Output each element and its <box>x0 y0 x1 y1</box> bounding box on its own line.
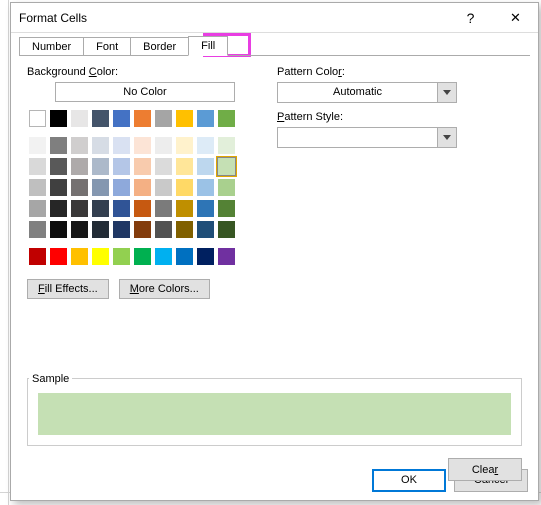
chevron-down-icon <box>437 83 456 102</box>
color-swatch[interactable] <box>197 200 214 217</box>
color-swatch[interactable] <box>113 179 130 196</box>
background-color-label: Background Color: <box>27 66 247 78</box>
color-swatch[interactable] <box>176 158 193 175</box>
color-swatch[interactable] <box>50 158 67 175</box>
color-swatch[interactable] <box>113 200 130 217</box>
color-swatch-grid <box>27 108 237 267</box>
pattern-color-combo[interactable]: Automatic <box>277 82 457 103</box>
color-swatch[interactable] <box>29 200 46 217</box>
tab-fill[interactable]: Fill <box>188 36 228 56</box>
color-swatch[interactable] <box>113 158 130 175</box>
color-swatch[interactable] <box>113 221 130 238</box>
sample-label: Sample <box>29 373 72 385</box>
color-swatch[interactable] <box>71 179 88 196</box>
color-swatch[interactable] <box>71 200 88 217</box>
pattern-style-value <box>278 128 437 147</box>
color-swatch[interactable] <box>155 179 172 196</box>
color-swatch[interactable] <box>176 221 193 238</box>
color-swatch[interactable] <box>155 248 172 265</box>
color-swatch[interactable] <box>155 110 172 127</box>
color-swatch[interactable] <box>218 158 235 175</box>
titlebar: Format Cells ? ✕ <box>11 3 538 33</box>
color-swatch[interactable] <box>113 110 130 127</box>
color-swatch[interactable] <box>155 221 172 238</box>
color-swatch[interactable] <box>50 248 67 265</box>
color-swatch[interactable] <box>29 221 46 238</box>
color-swatch[interactable] <box>29 248 46 265</box>
no-color-button[interactable]: No Color <box>55 82 235 102</box>
color-swatch[interactable] <box>50 110 67 127</box>
color-swatch[interactable] <box>176 200 193 217</box>
color-swatch[interactable] <box>155 137 172 154</box>
tab-font[interactable]: Font <box>83 37 131 56</box>
color-swatch[interactable] <box>197 110 214 127</box>
color-swatch[interactable] <box>92 110 109 127</box>
color-swatch[interactable] <box>92 137 109 154</box>
color-swatch[interactable] <box>71 221 88 238</box>
color-swatch[interactable] <box>197 179 214 196</box>
pattern-style-combo[interactable] <box>277 127 457 148</box>
color-swatch[interactable] <box>134 137 151 154</box>
color-swatch[interactable] <box>176 179 193 196</box>
color-swatch[interactable] <box>92 158 109 175</box>
color-swatch[interactable] <box>50 200 67 217</box>
color-swatch[interactable] <box>197 137 214 154</box>
tab-content-fill: Background Color: No Color Fill Effects.… <box>19 55 530 460</box>
color-swatch[interactable] <box>92 221 109 238</box>
color-swatch[interactable] <box>134 221 151 238</box>
color-swatch[interactable] <box>197 248 214 265</box>
color-swatch[interactable] <box>176 110 193 127</box>
color-swatch[interactable] <box>134 248 151 265</box>
color-swatch[interactable] <box>71 137 88 154</box>
color-swatch[interactable] <box>113 248 130 265</box>
tabstrip: Number Font Border Fill <box>11 33 538 55</box>
format-cells-dialog: Format Cells ? ✕ Number Font Border Fill… <box>10 2 539 501</box>
more-colors-button[interactable]: More Colors... <box>119 279 210 299</box>
color-swatch[interactable] <box>50 179 67 196</box>
tab-border[interactable]: Border <box>130 37 189 56</box>
color-swatch[interactable] <box>71 110 88 127</box>
color-swatch[interactable] <box>218 200 235 217</box>
sample-preview <box>38 393 511 435</box>
chevron-down-icon <box>437 128 456 147</box>
color-swatch[interactable] <box>134 110 151 127</box>
pattern-color-value: Automatic <box>278 83 437 102</box>
ok-button[interactable]: OK <box>372 469 446 492</box>
color-swatch[interactable] <box>218 248 235 265</box>
tab-number[interactable]: Number <box>19 37 84 56</box>
color-swatch[interactable] <box>134 179 151 196</box>
fill-effects-button[interactable]: Fill Effects... <box>27 279 109 299</box>
clear-button[interactable]: Clear <box>448 458 522 481</box>
color-swatch[interactable] <box>71 248 88 265</box>
color-swatch[interactable] <box>134 158 151 175</box>
color-swatch[interactable] <box>29 158 46 175</box>
pattern-style-label: Pattern Style: <box>277 111 522 123</box>
color-swatch[interactable] <box>29 137 46 154</box>
color-swatch[interactable] <box>50 137 67 154</box>
color-swatch[interactable] <box>218 221 235 238</box>
color-swatch[interactable] <box>29 110 46 127</box>
close-icon[interactable]: ✕ <box>493 3 538 33</box>
color-swatch[interactable] <box>218 179 235 196</box>
color-swatch[interactable] <box>71 158 88 175</box>
color-swatch[interactable] <box>176 248 193 265</box>
color-swatch[interactable] <box>29 179 46 196</box>
color-swatch[interactable] <box>50 221 67 238</box>
color-swatch[interactable] <box>197 221 214 238</box>
color-swatch[interactable] <box>113 137 130 154</box>
color-swatch[interactable] <box>197 158 214 175</box>
color-swatch[interactable] <box>134 200 151 217</box>
dialog-title: Format Cells <box>19 11 448 25</box>
pattern-color-label: Pattern Color: <box>277 66 522 78</box>
help-icon[interactable]: ? <box>448 3 493 33</box>
sample-group: Sample <box>27 366 522 446</box>
color-swatch[interactable] <box>155 158 172 175</box>
color-swatch[interactable] <box>92 179 109 196</box>
color-swatch[interactable] <box>218 137 235 154</box>
color-swatch[interactable] <box>176 137 193 154</box>
color-swatch[interactable] <box>218 110 235 127</box>
color-swatch[interactable] <box>155 200 172 217</box>
color-swatch[interactable] <box>92 200 109 217</box>
color-swatch[interactable] <box>92 248 109 265</box>
